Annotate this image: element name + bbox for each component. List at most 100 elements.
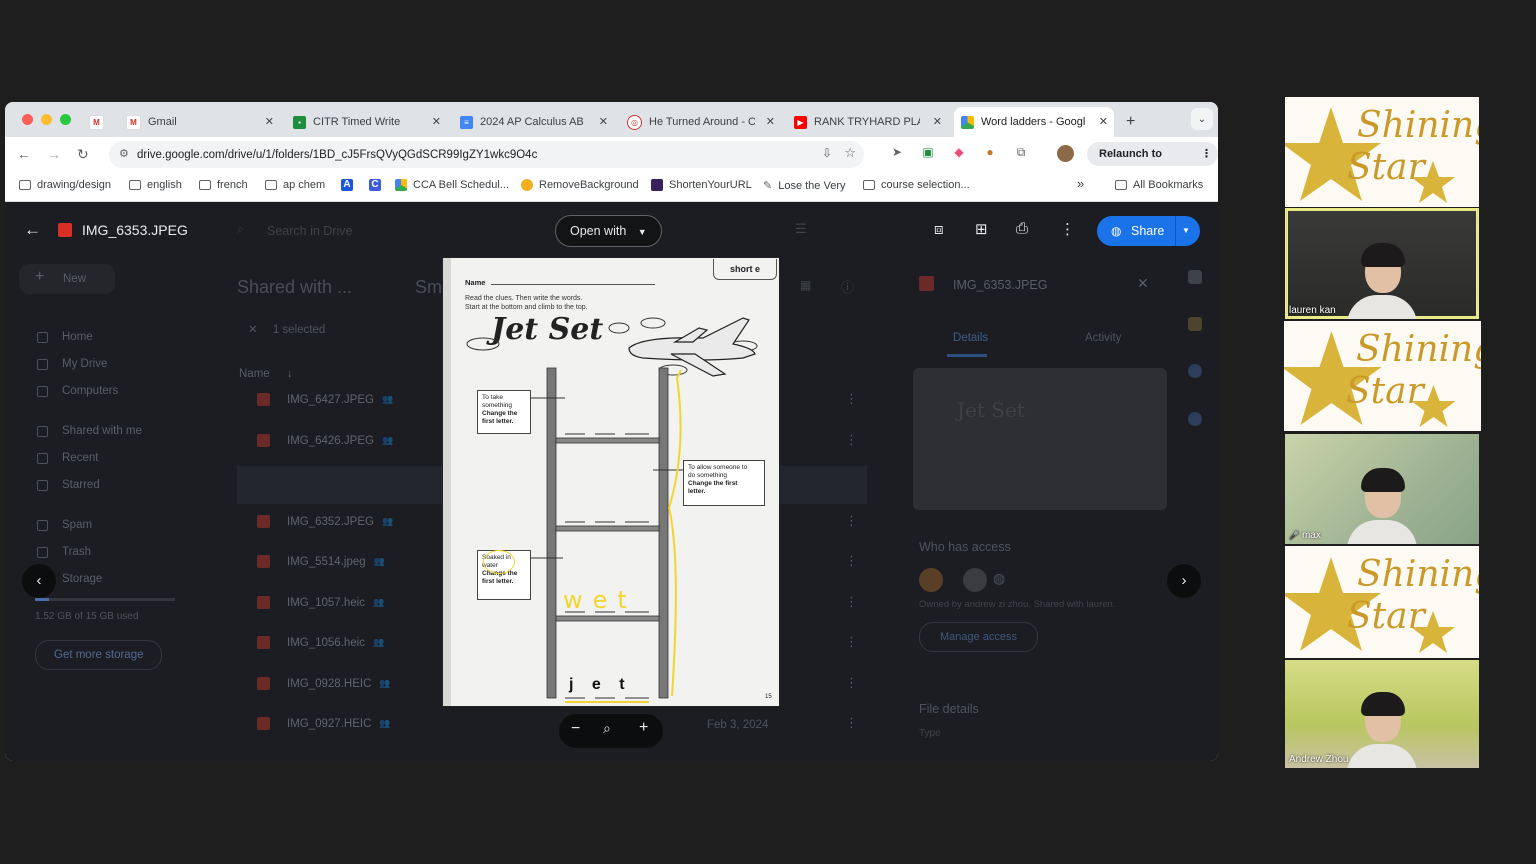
nav-recent[interactable]: Recent	[37, 452, 98, 464]
file-row[interactable]: IMG_6427.JPEG 👥	[257, 393, 393, 406]
back-icon[interactable]: ←	[17, 146, 31, 162]
tab-gmail[interactable]: M Gmail ✕	[126, 107, 282, 137]
extension-cookie-icon[interactable]: ●	[982, 145, 998, 161]
search-placeholder[interactable]: Search in Drive	[267, 224, 352, 238]
bookmark-folder[interactable]: french	[199, 179, 248, 191]
close-window-button[interactable]	[22, 114, 33, 125]
bookmark-folder[interactable]: ap chem	[265, 179, 325, 191]
close-tab-icon[interactable]: ✕	[599, 115, 608, 128]
close-tab-icon[interactable]: ✕	[265, 115, 274, 128]
name-column-header[interactable]: Name ↓	[239, 368, 293, 380]
bookmark-removebg[interactable]: RemoveBackground	[521, 179, 639, 191]
profile-avatar[interactable]	[1057, 145, 1074, 162]
row-more-icon[interactable]: ⋮	[845, 594, 858, 610]
extension-green-icon[interactable]: ▣	[920, 145, 936, 161]
row-more-icon[interactable]: ⋮	[845, 715, 858, 731]
bookmark-cca[interactable]: CCA Bell Schedul...	[395, 179, 509, 191]
tab-citr[interactable]: ▪ CITR Timed Write ✕	[293, 107, 449, 137]
row-more-icon[interactable]: ⋮	[845, 513, 858, 529]
previous-image-button[interactable]: ‹	[22, 564, 56, 598]
close-tab-icon[interactable]: ✕	[1099, 115, 1108, 128]
tab-details[interactable]: Details	[953, 332, 988, 344]
participant-tile-camera[interactable]: lauren kan	[1285, 208, 1479, 319]
bookmark-folder[interactable]: course selection...	[863, 179, 970, 191]
bookmark-folder[interactable]: drawing/design	[19, 179, 111, 191]
grid-view-icon[interactable]: ▦	[800, 278, 811, 292]
tasks-side-icon[interactable]	[1188, 364, 1202, 378]
extensions-puzzle-icon[interactable]: ⧉	[1013, 145, 1029, 161]
file-row[interactable]: IMG_6352.JPEG 👥	[257, 515, 393, 528]
close-panel-icon[interactable]: ✕	[1137, 275, 1149, 292]
bookmarks-overflow-button[interactable]: »	[1077, 176, 1084, 191]
get-storage-button[interactable]: Get more storage	[35, 640, 163, 670]
contacts-side-icon[interactable]	[1188, 412, 1202, 426]
bookmark-a[interactable]: A	[341, 179, 359, 191]
file-row[interactable]: IMG_0928.HEIC 👥	[257, 677, 391, 690]
more-menu-icon[interactable]: ⋮	[1201, 142, 1212, 166]
site-info-icon[interactable]: ⚙	[119, 147, 129, 160]
open-with-button[interactable]: Open with ▼	[555, 215, 662, 247]
bookmark-star-icon[interactable]: ☆	[844, 145, 856, 161]
tab-gmail-pinned[interactable]: M	[89, 107, 119, 137]
participant-tile-logo[interactable]: ShiningStar	[1284, 321, 1481, 431]
back-arrow-icon[interactable]: ←	[24, 220, 41, 240]
install-app-icon[interactable]: ⇩	[822, 146, 832, 160]
bookmark-c[interactable]: C	[369, 179, 387, 191]
nav-my-drive[interactable]: My Drive	[37, 358, 107, 370]
share-dropdown-icon[interactable]: ▼	[1182, 216, 1190, 246]
file-row[interactable]: IMG_1056.heic 👥	[257, 636, 384, 649]
close-tab-icon[interactable]: ✕	[432, 115, 441, 128]
row-more-icon[interactable]: ⋮	[845, 391, 858, 407]
calendar-side-icon[interactable]	[1188, 270, 1202, 284]
breadcrumb-tail[interactable]: Sm	[415, 277, 442, 298]
relaunch-button[interactable]: Relaunch to update ⋮	[1087, 142, 1218, 184]
manage-access-button[interactable]: Manage access	[919, 622, 1039, 652]
participant-tile-camera[interactable]: 🎤 max	[1285, 434, 1479, 544]
tab-calculus[interactable]: ≡ 2024 AP Calculus AB ✕	[460, 107, 616, 137]
new-button[interactable]: + New	[19, 264, 115, 294]
close-tab-icon[interactable]: ✕	[766, 115, 775, 128]
forward-icon[interactable]: →	[47, 146, 61, 162]
zoom-icon[interactable]: ⌕	[603, 720, 611, 737]
all-bookmarks[interactable]: All Bookmarks	[1115, 179, 1203, 191]
row-more-icon[interactable]: ⋮	[845, 675, 858, 691]
nav-computers[interactable]: Computers	[37, 385, 118, 397]
print-icon[interactable]: ⎙	[1016, 220, 1028, 237]
address-bar[interactable]: ⚙ drive.google.com/drive/u/1/folders/1BD…	[109, 141, 864, 168]
share-button[interactable]: ◍ Share ▼	[1097, 216, 1200, 246]
tab-youtube[interactable]: ▶ RANK TRYHARD PLAY ✕	[794, 107, 950, 137]
add-comment-icon[interactable]: ⊞	[975, 220, 988, 238]
nav-shared[interactable]: Shared with me	[37, 425, 142, 437]
clear-selection-icon[interactable]: ✕	[248, 324, 258, 336]
bookmark-lose-the-very[interactable]: ✎ Lose the Very	[763, 179, 846, 193]
participant-tile-logo[interactable]: ShiningStar	[1285, 97, 1479, 207]
maximize-window-button[interactable]	[60, 114, 71, 125]
breadcrumb[interactable]: Shared with ...	[237, 277, 352, 298]
sort-arrow-icon[interactable]: ↓	[287, 368, 293, 380]
file-row[interactable]: IMG_6426.JPEG 👥	[257, 434, 393, 447]
row-more-icon[interactable]: ⋮	[845, 634, 858, 650]
next-image-button[interactable]: ›	[1167, 564, 1201, 598]
close-tab-icon[interactable]: ✕	[933, 115, 942, 128]
file-row[interactable]: IMG_0927.HEIC 👥	[257, 717, 391, 730]
search-icon[interactable]: ⌕	[237, 222, 244, 237]
info-icon[interactable]: ⓘ	[841, 277, 854, 296]
minimize-window-button[interactable]	[41, 114, 52, 125]
tab-he-turned-around[interactable]: ◎ He Turned Around - C ✕	[627, 107, 783, 137]
participant-tile-logo[interactable]: ShiningStar	[1285, 546, 1479, 658]
zoom-out-button[interactable]: −	[571, 720, 580, 738]
nav-home[interactable]: Home	[37, 331, 93, 343]
participant-tile-camera[interactable]: Andrew Zhou	[1285, 660, 1479, 768]
more-actions-icon[interactable]: ⋮	[1060, 220, 1075, 238]
tab-search-icon[interactable]: ⌄	[1191, 108, 1213, 130]
keep-side-icon[interactable]	[1188, 317, 1202, 331]
add-to-drive-icon[interactable]: ⧈	[934, 221, 944, 238]
filter-icon[interactable]: ☰	[795, 221, 807, 237]
row-more-icon[interactable]: ⋮	[845, 553, 858, 569]
row-more-icon[interactable]: ⋮	[845, 432, 858, 448]
reload-icon[interactable]: ↻	[77, 146, 89, 163]
new-tab-button[interactable]: +	[1126, 107, 1135, 137]
nav-trash[interactable]: Trash	[37, 546, 91, 558]
nav-spam[interactable]: Spam	[37, 519, 92, 531]
file-row[interactable]: IMG_1057.heic 👥	[257, 596, 384, 609]
